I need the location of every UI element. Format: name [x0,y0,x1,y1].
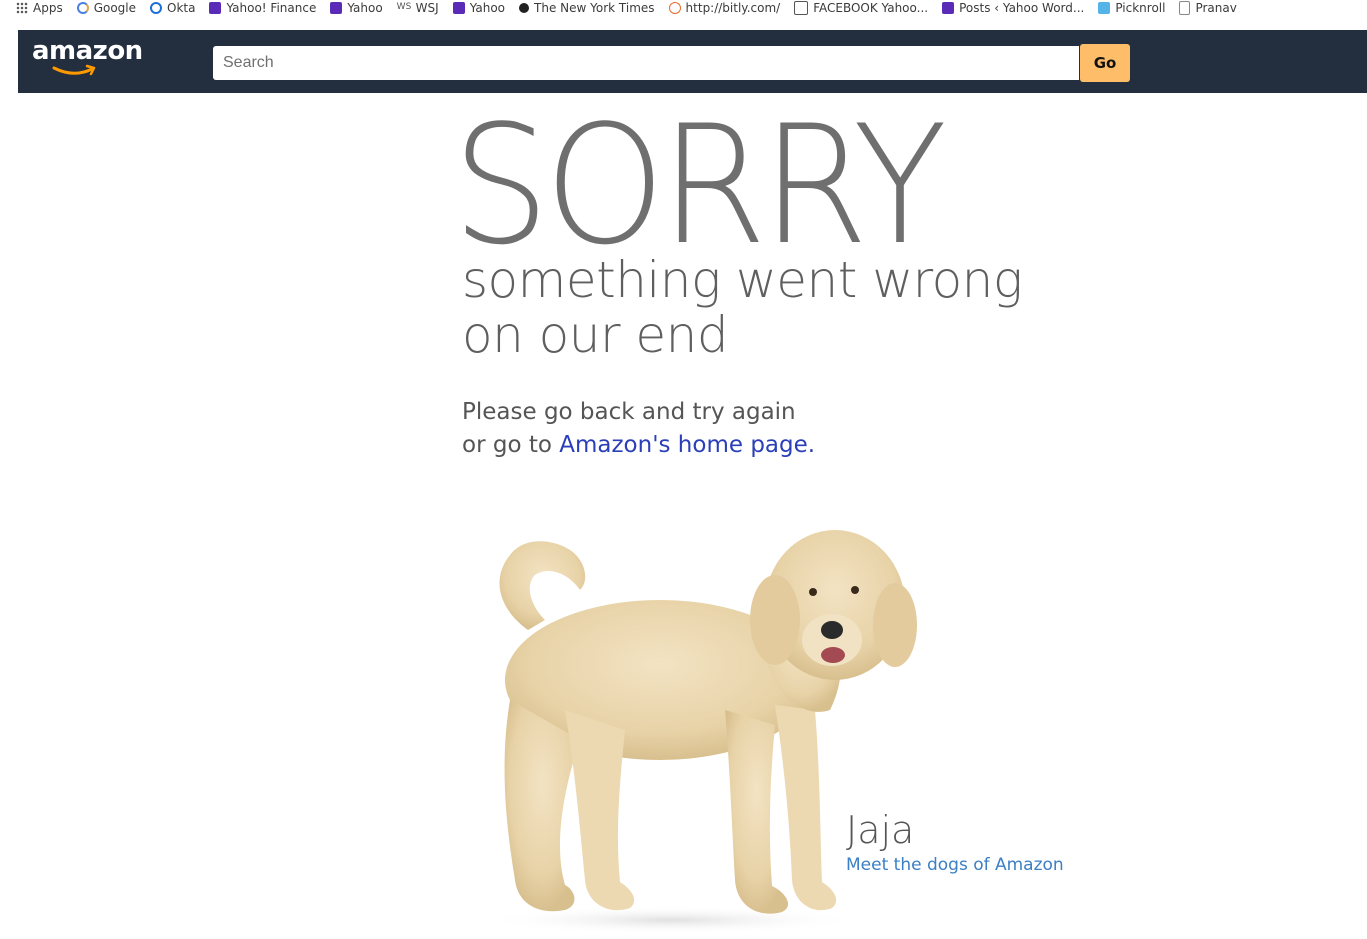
bookmarks-bar: Apps Google Okta Yahoo! Finance Yahoo WS… [0,0,1367,30]
bookmark-label: Yahoo [469,1,506,15]
bookmark-label: The New York Times [534,1,655,15]
home-page-link[interactable]: Amazon's home page. [559,432,815,458]
bookmark-posts-yahoo[interactable]: Posts ‹ Yahoo Word... [942,1,1084,15]
go-button[interactable]: Go [1080,44,1130,82]
document-icon [1179,1,1191,15]
bookmark-yahoo[interactable]: Yahoo [330,1,383,15]
bookmark-label: FACEBOOK Yahoo... [813,1,929,15]
yahoo-icon [209,2,222,14]
bookmark-yahoo-finance[interactable]: Yahoo! Finance [209,1,316,15]
bookmark-label: Pranav [1195,1,1237,15]
bookmark-label: WSJ [415,1,439,15]
bookmark-wsj[interactable]: WS WSJ [397,1,439,15]
bookmark-bitly[interactable]: http://bitly.com/ [668,1,781,15]
bookmark-apps[interactable]: Apps [16,1,63,15]
picknroll-icon [1098,2,1111,14]
error-message: or go to Amazon's home page. [462,430,815,460]
bookmark-yahoo-2[interactable]: Yahoo [452,1,506,15]
error-subline: something went wrong [462,251,1023,309]
search-input[interactable] [213,46,1079,80]
site-header: amazon Go [18,30,1367,93]
wsj-icon: WS [396,2,412,12]
bookmark-google[interactable]: Google [76,1,137,15]
bookmark-label: http://bitly.com/ [685,1,781,15]
error-message-prefix: or go to [462,432,560,458]
error-headline: SORRY [452,90,947,281]
bookmark-nyt[interactable]: The New York Times [519,1,655,15]
bookmark-label: Yahoo! Finance [226,1,317,15]
nyt-icon [519,3,530,13]
yahoo-icon [452,2,465,14]
bookmark-facebook-yahoo[interactable]: FACEBOOK Yahoo... [794,1,928,15]
error-subline: on our end [462,306,729,364]
yahoo-icon [942,2,955,14]
amazon-smile-icon [52,64,96,76]
bookmark-label: Yahoo [347,1,383,15]
error-message: Please go back and try again [462,399,796,425]
bookmark-okta[interactable]: Okta [150,1,195,15]
okta-icon [150,2,163,14]
bookmark-label: Posts ‹ Yahoo Word... [959,1,1085,15]
bookmark-label: Okta [167,1,196,15]
meet-the-dogs-link[interactable]: Meet the dogs of Amazon [846,855,1064,875]
bitly-icon [668,2,681,14]
facebook-icon [794,1,809,15]
apps-grid-icon [16,2,28,14]
bookmark-label: Picknroll [1115,1,1166,15]
bookmark-label: Google [93,1,137,15]
yahoo-icon [330,2,343,14]
bookmark-picknroll[interactable]: Picknroll [1098,1,1165,15]
google-icon [76,2,89,14]
dog-name: Jaja [846,808,915,852]
bookmark-pranav[interactable]: Pranav [1179,1,1237,15]
bookmark-label: Apps [33,1,63,15]
amazon-logo[interactable]: amazon [32,36,143,66]
